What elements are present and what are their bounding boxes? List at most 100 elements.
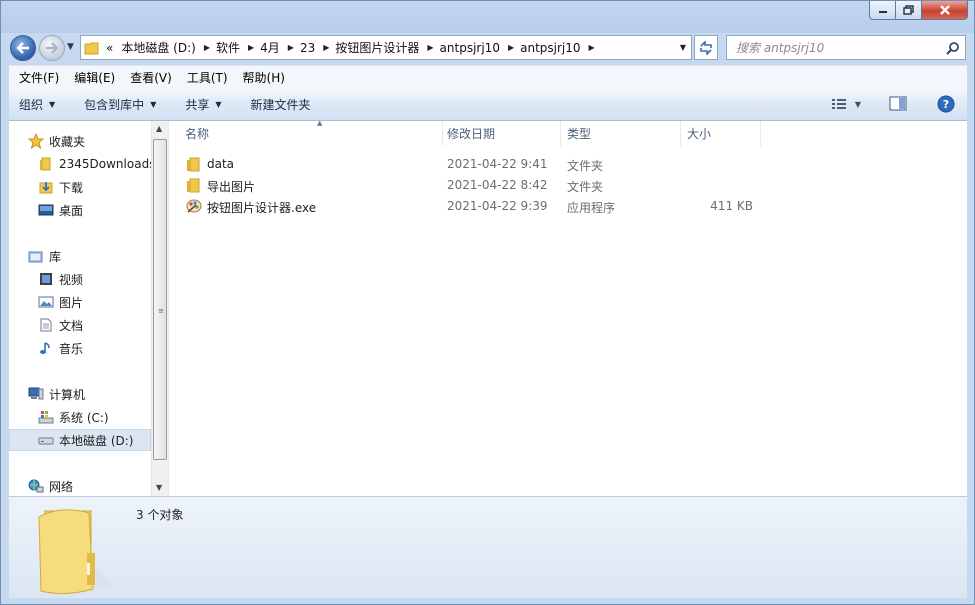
- download-folder-icon: [37, 179, 55, 195]
- help-icon[interactable]: ?: [937, 95, 955, 113]
- svg-text:?: ?: [943, 98, 949, 111]
- table-row[interactable]: data 2021-04-22 9:41 文件夹: [183, 154, 783, 175]
- chevron-right-icon[interactable]: ▶: [505, 43, 517, 52]
- back-button[interactable]: [10, 35, 36, 61]
- chevron-right-icon[interactable]: ▶: [586, 43, 598, 52]
- chevron-right-icon[interactable]: ▶: [245, 43, 257, 52]
- include-in-library-label: 包含到库中: [84, 98, 145, 112]
- scroll-up-arrow-icon[interactable]: ▲: [156, 124, 162, 133]
- sidebar-label: 库: [49, 249, 62, 264]
- sidebar-item-drive-c[interactable]: 系统 (C:): [37, 406, 151, 428]
- column-header-size[interactable]: 大小: [681, 121, 761, 146]
- picture-icon: [37, 294, 55, 310]
- chevron-down-icon: ▼: [150, 100, 157, 109]
- refresh-button[interactable]: [694, 35, 718, 60]
- sidebar-label: 下载: [59, 180, 84, 195]
- menu-edit[interactable]: 编辑(E): [69, 69, 120, 86]
- maximize-button[interactable]: [896, 1, 922, 20]
- sidebar-item-videos[interactable]: 视频: [37, 268, 151, 290]
- folder-icon: [81, 36, 103, 59]
- music-note-icon: [37, 340, 55, 356]
- menu-bar: 文件(F) 编辑(E) 查看(V) 工具(T) 帮助(H): [9, 65, 967, 89]
- breadcrumb-item[interactable]: antpsjrj10: [437, 41, 505, 55]
- view-controls: ▼ ?: [831, 95, 955, 113]
- item-count: 3 个对象: [136, 508, 184, 522]
- minimize-button[interactable]: [869, 1, 896, 20]
- search-icon[interactable]: [946, 41, 960, 55]
- sidebar-favorites[interactable]: 收藏夹: [27, 130, 151, 152]
- chevron-right-icon[interactable]: ▶: [285, 43, 297, 52]
- scroll-down-arrow-icon[interactable]: ▼: [156, 483, 162, 492]
- menu-help[interactable]: 帮助(H): [238, 69, 290, 86]
- sidebar-network[interactable]: 网络: [27, 475, 151, 497]
- sidebar-item-music[interactable]: 音乐: [37, 337, 151, 359]
- column-name-label: 名称: [185, 127, 210, 141]
- share-label: 共享: [185, 98, 210, 112]
- chevron-down-icon: ▼: [215, 100, 222, 109]
- hard-drive-icon: [37, 432, 55, 448]
- caption-buttons: [869, 1, 968, 20]
- details-pane: 3 个对象: [9, 496, 967, 598]
- address-history-dropdown[interactable]: ▼: [675, 43, 691, 52]
- chevron-right-icon[interactable]: ▶: [424, 43, 436, 52]
- sidebar-item-drive-d[interactable]: 本地磁盘 (D:): [9, 429, 151, 451]
- include-in-library-button[interactable]: 包含到库中 ▼: [64, 89, 165, 120]
- forward-button[interactable]: [39, 35, 65, 61]
- file-type: 文件夹: [567, 159, 604, 173]
- sidebar-item-2345downloads[interactable]: 2345Downloads: [37, 153, 151, 175]
- sidebar-item-documents[interactable]: 文档: [37, 314, 151, 336]
- sidebar-label: 文档: [59, 318, 84, 333]
- close-button[interactable]: [922, 1, 968, 20]
- share-button[interactable]: 共享 ▼: [165, 89, 230, 120]
- sidebar-item-desktop[interactable]: 桌面: [37, 199, 151, 221]
- restore-icon: [903, 5, 914, 15]
- application-icon: [186, 199, 202, 213]
- arrow-left-icon: [16, 42, 29, 54]
- search-input[interactable]: [736, 40, 941, 55]
- grip-icon: ≡: [158, 307, 164, 315]
- table-row[interactable]: 导出图片 2021-04-22 8:42 文件夹: [183, 175, 783, 196]
- content-area: 收藏夹 2345Downloads 下载 桌面 库 视频 图片 文档 音乐 计算…: [9, 119, 967, 497]
- file-date: 2021-04-22 9:41: [447, 157, 548, 171]
- breadcrumb-item[interactable]: 23: [297, 41, 320, 55]
- sidebar-computer[interactable]: 计算机: [27, 383, 151, 405]
- table-row[interactable]: 按钮图片设计器.exe 2021-04-22 9:39 应用程序 411 KB: [183, 196, 783, 217]
- sidebar-item-pictures[interactable]: 图片: [37, 291, 151, 313]
- menu-file[interactable]: 文件(F): [14, 69, 64, 86]
- sidebar-label: 收藏夹: [49, 134, 86, 149]
- sidebar-libraries[interactable]: 库: [27, 245, 151, 267]
- new-folder-button[interactable]: 新建文件夹: [231, 89, 320, 120]
- recent-pages-dropdown[interactable]: ▼: [67, 42, 74, 52]
- search-box[interactable]: [726, 35, 966, 60]
- organize-button[interactable]: 组织 ▼: [9, 89, 64, 120]
- new-folder-label: 新建文件夹: [250, 98, 311, 112]
- computer-icon: [27, 386, 45, 402]
- breadcrumb-item[interactable]: 4月: [257, 39, 285, 56]
- menu-tools[interactable]: 工具(T): [182, 69, 233, 86]
- column-header-type[interactable]: 类型: [561, 121, 681, 146]
- column-header-date[interactable]: 修改日期: [441, 121, 561, 146]
- scrollbar-thumb[interactable]: ≡: [153, 139, 167, 460]
- breadcrumb-item[interactable]: 软件: [213, 39, 245, 56]
- breadcrumb-item[interactable]: 本地磁盘 (D:): [118, 39, 200, 56]
- breadcrumb-overflow[interactable]: «: [103, 41, 118, 55]
- change-view-button[interactable]: ▼: [831, 97, 861, 111]
- library-icon: [27, 248, 45, 264]
- column-type-label: 类型: [567, 127, 592, 141]
- address-bar[interactable]: « 本地磁盘 (D:) ▶ 软件 ▶ 4月 ▶ 23 ▶ 按钮图片设计器 ▶ a…: [80, 35, 692, 60]
- sidebar-label: 视频: [59, 272, 84, 287]
- chevron-right-icon[interactable]: ▶: [320, 43, 332, 52]
- navigation-row: ▼ « 本地磁盘 (D:) ▶ 软件 ▶ 4月 ▶ 23 ▶ 按钮图片设计器 ▶…: [1, 33, 974, 61]
- preview-pane-icon[interactable]: [889, 96, 907, 112]
- navigation-pane-scrollbar[interactable]: ▲ ≡ ▼: [151, 121, 168, 496]
- document-icon: [37, 317, 55, 333]
- sidebar-item-downloads[interactable]: 下载: [37, 176, 151, 198]
- chevron-right-icon[interactable]: ▶: [201, 43, 213, 52]
- menu-view[interactable]: 查看(V): [125, 69, 177, 86]
- breadcrumb-item[interactable]: 按钮图片设计器: [332, 39, 424, 56]
- folder-icon: [187, 178, 200, 193]
- column-header-name[interactable]: ▲ 名称: [179, 119, 443, 146]
- file-date: 2021-04-22 8:42: [447, 178, 548, 192]
- breadcrumb-item[interactable]: antpsjrj10: [517, 41, 585, 55]
- view-list-icon: [831, 99, 846, 109]
